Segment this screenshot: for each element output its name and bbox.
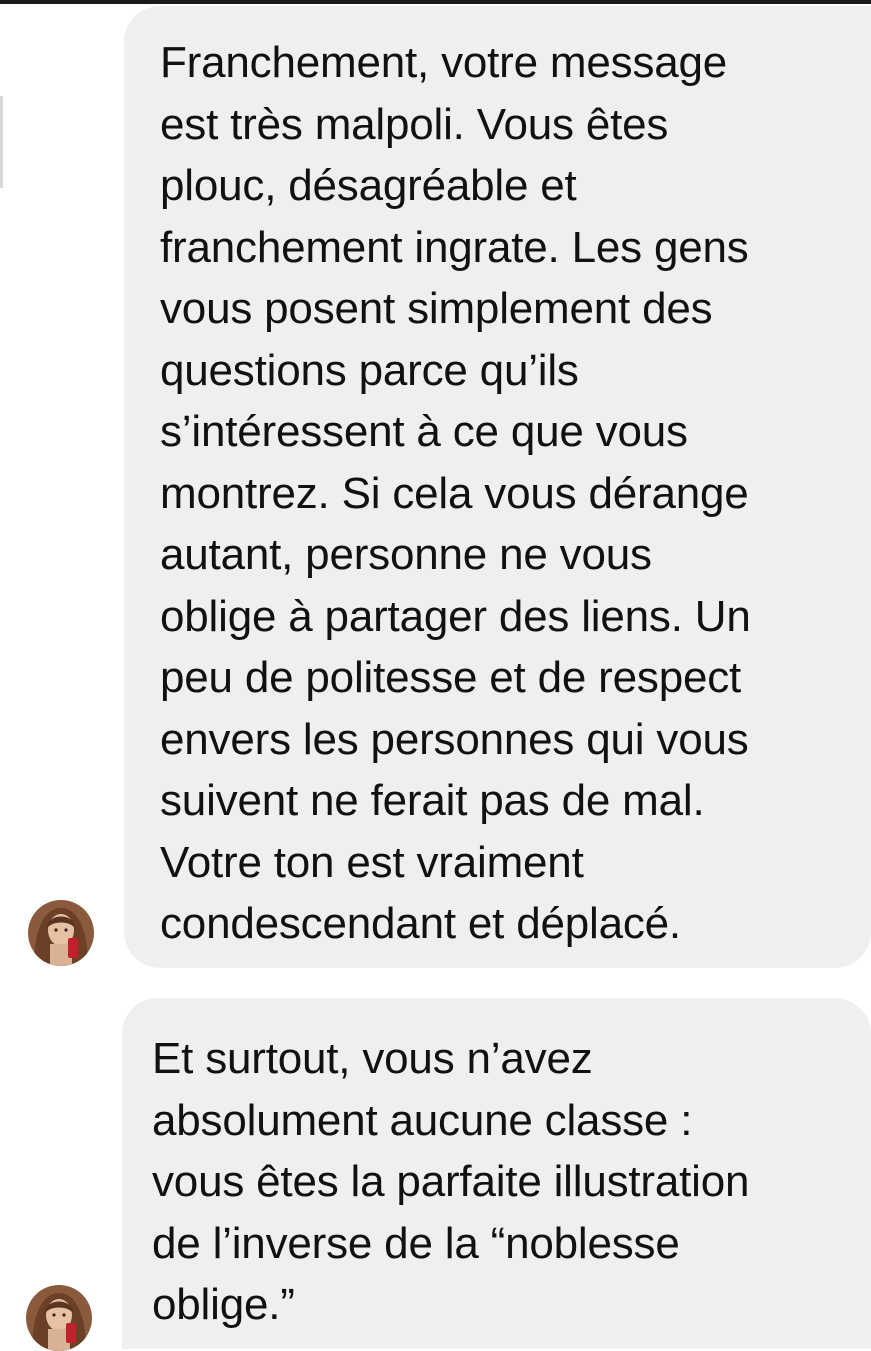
message-line: oblige.” [152,1280,295,1329]
message-line: condescendant et déplacé. [160,899,681,948]
left-edge-mark [0,96,3,188]
message-bubble-2[interactable]: Et surtout, vous n’avez absolument aucun… [122,998,871,1349]
message-line: est très malpoli. Vous êtes [160,99,669,149]
message-line: plouc, désagréable et [160,161,577,210]
message-line: s’intéressent à ce que vous [160,407,688,456]
message-line: envers les personnes qui vous [160,714,749,764]
message-line: vous posent simplement des [160,284,713,333]
message-line: Et surtout, vous n’avez [152,1034,593,1083]
profile-photo-avatar-icon [28,900,94,966]
message-line: questions parce qu’ils [160,345,579,395]
message-line: franchement ingrate. Les gens [160,222,749,272]
message-line: Votre ton est vraiment [160,837,584,887]
message-line: Franchement, votre message [160,38,728,87]
message-line: de l’inverse de la “noblesse [152,1218,680,1268]
profile-photo-avatar-icon [26,1285,92,1351]
message-line: absolument aucune classe : [152,1095,693,1145]
sender-avatar[interactable] [26,1285,92,1351]
message-line: oblige à partager des liens. Un [160,591,751,641]
message-bubble-1[interactable]: Franchement, votre message est très malp… [124,6,871,968]
message-line: peu de politesse et de respect [160,653,742,702]
top-divider [0,0,871,4]
message-line: montrez. Si cela vous dérange [160,468,749,518]
sender-avatar[interactable] [28,900,94,966]
message-line: suivent ne ferait pas de mal. [160,776,705,825]
message-line: autant, personne ne vous [160,530,652,579]
message-line: vous êtes la parfaite illustration [152,1157,750,1206]
